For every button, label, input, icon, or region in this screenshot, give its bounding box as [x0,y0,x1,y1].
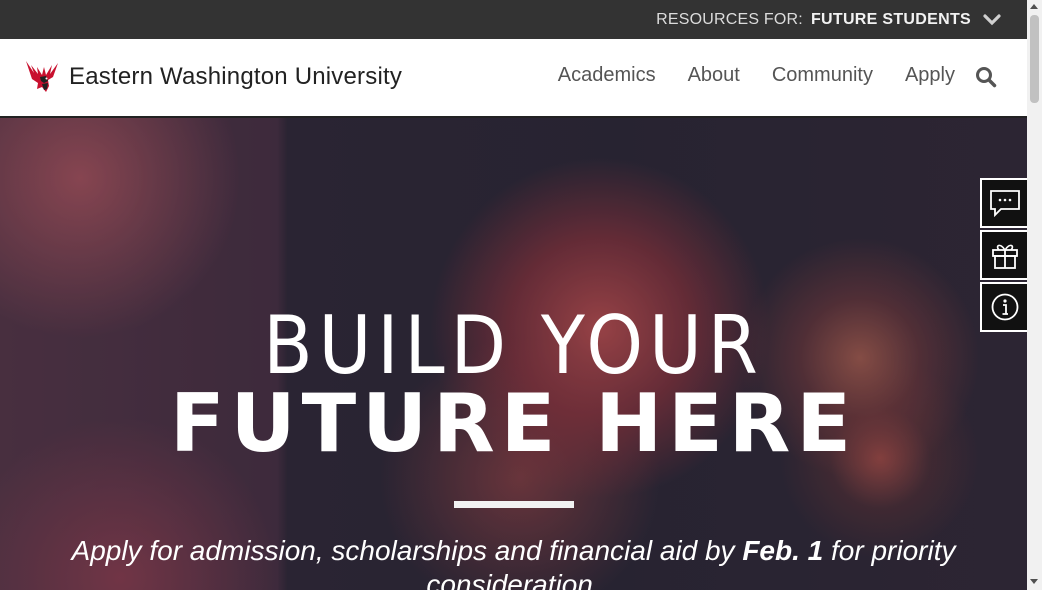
nav-about[interactable]: About [688,64,740,87]
subtitle-text: Apply for admission, scholarships and fi… [71,535,743,566]
eagle-logo-icon[interactable] [22,59,62,95]
resources-bar: RESOURCES FOR: FUTURE STUDENTS [0,0,1027,39]
main-nav: Academics About Community Apply [558,64,955,87]
scroll-up-arrow[interactable] [1030,4,1038,9]
site-title[interactable]: Eastern Washington University [69,63,402,91]
gift-icon[interactable] [980,230,1027,280]
hero-subtitle: Apply for admission, scholarships and fi… [0,534,1027,590]
search-icon[interactable] [975,66,997,88]
site-header: Eastern Washington University Academics … [0,39,1027,118]
scrollbar-thumb[interactable] [1030,15,1039,103]
hero-divider [454,501,574,508]
chat-icon[interactable] [980,178,1027,228]
scroll-down-arrow[interactable] [1030,579,1038,584]
resources-label: RESOURCES FOR: [656,10,803,28]
info-icon[interactable] [980,282,1027,332]
hero-title-line1: BUILD YOUR [263,299,764,392]
hero-banner: BUILD YOUR FUTURE HERE Apply for admissi… [0,118,1027,590]
nav-community[interactable]: Community [772,64,873,87]
subtitle-date: Feb. 1 [742,535,824,566]
hero-title-line2: FUTURE HERE [169,377,858,470]
chevron-down-icon[interactable] [983,13,1001,26]
page: RESOURCES FOR: FUTURE STUDENTS Eastern W… [0,0,1027,590]
side-toolbar [980,178,1027,334]
nav-academics[interactable]: Academics [558,64,656,87]
audience-selector[interactable]: FUTURE STUDENTS [811,11,971,29]
scrollbar[interactable] [1027,0,1042,590]
nav-apply[interactable]: Apply [905,64,955,87]
